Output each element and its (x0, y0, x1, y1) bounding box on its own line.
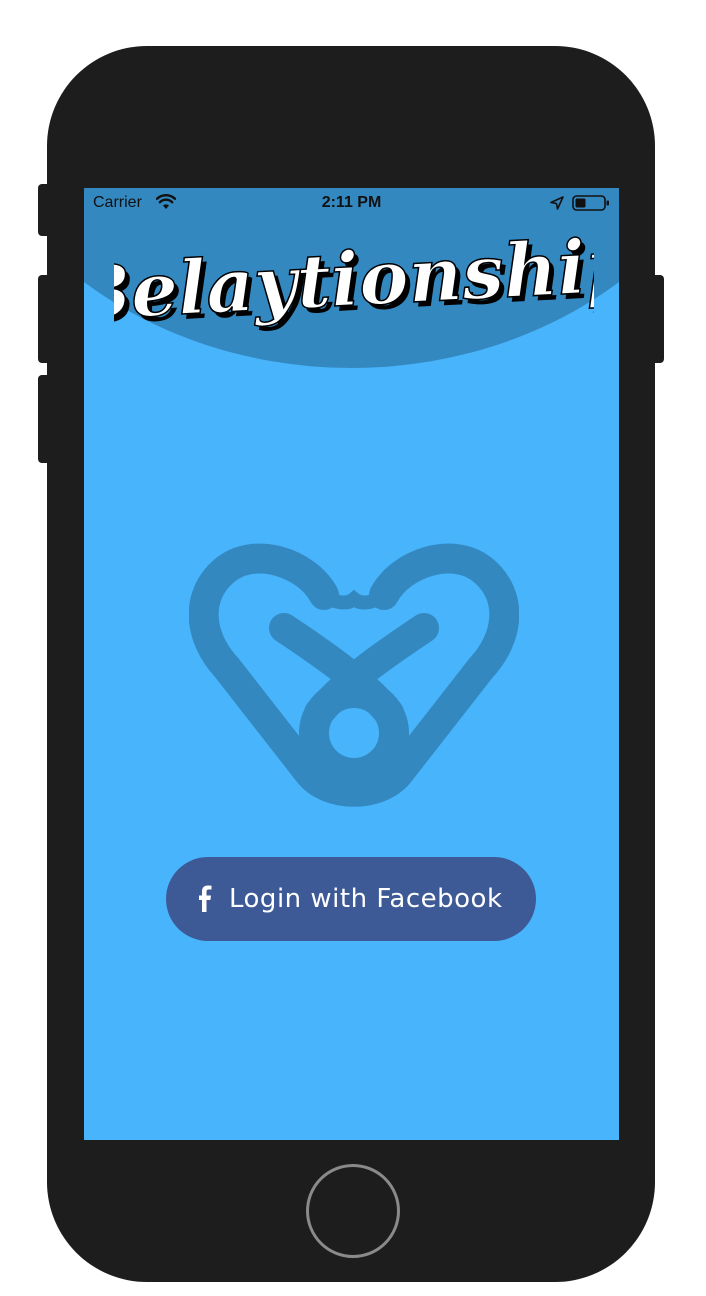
facebook-login-button[interactable]: Login with Facebook (166, 857, 536, 941)
heart-rope-logo-icon (188, 533, 520, 818)
app-screen: Carrier 2:11 PM Belaytionship Belaytions… (84, 188, 619, 1140)
location-arrow-icon (550, 196, 564, 215)
home-button[interactable] (306, 1164, 400, 1258)
facebook-icon (199, 885, 212, 912)
battery-icon (572, 195, 610, 216)
app-title: Belaytionship Belaytionship (84, 214, 619, 349)
app-title-text: Belaytionship (114, 222, 594, 338)
facebook-login-label: Login with Facebook (229, 884, 503, 914)
status-time: 2:11 PM (321, 194, 382, 211)
